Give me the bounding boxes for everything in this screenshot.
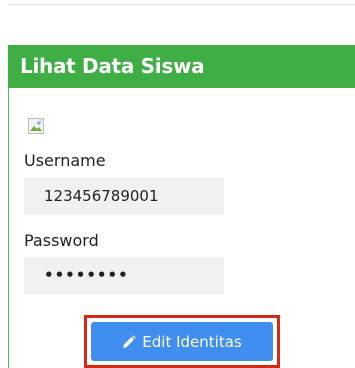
- username-field[interactable]: 123456789001: [24, 178, 224, 215]
- broken-image-icon: [28, 118, 44, 134]
- edit-identity-label: Edit Identitas: [142, 332, 242, 351]
- top-divider: [8, 4, 355, 5]
- edit-identity-button[interactable]: Edit Identitas: [91, 322, 273, 361]
- pencil-icon: [123, 334, 137, 348]
- panel-header: Lihat Data Siswa: [8, 45, 355, 88]
- username-label: Username: [24, 151, 106, 170]
- password-field[interactable]: ••••••••: [24, 257, 224, 294]
- password-label: Password: [24, 231, 99, 250]
- panel-title: Lihat Data Siswa: [20, 54, 205, 78]
